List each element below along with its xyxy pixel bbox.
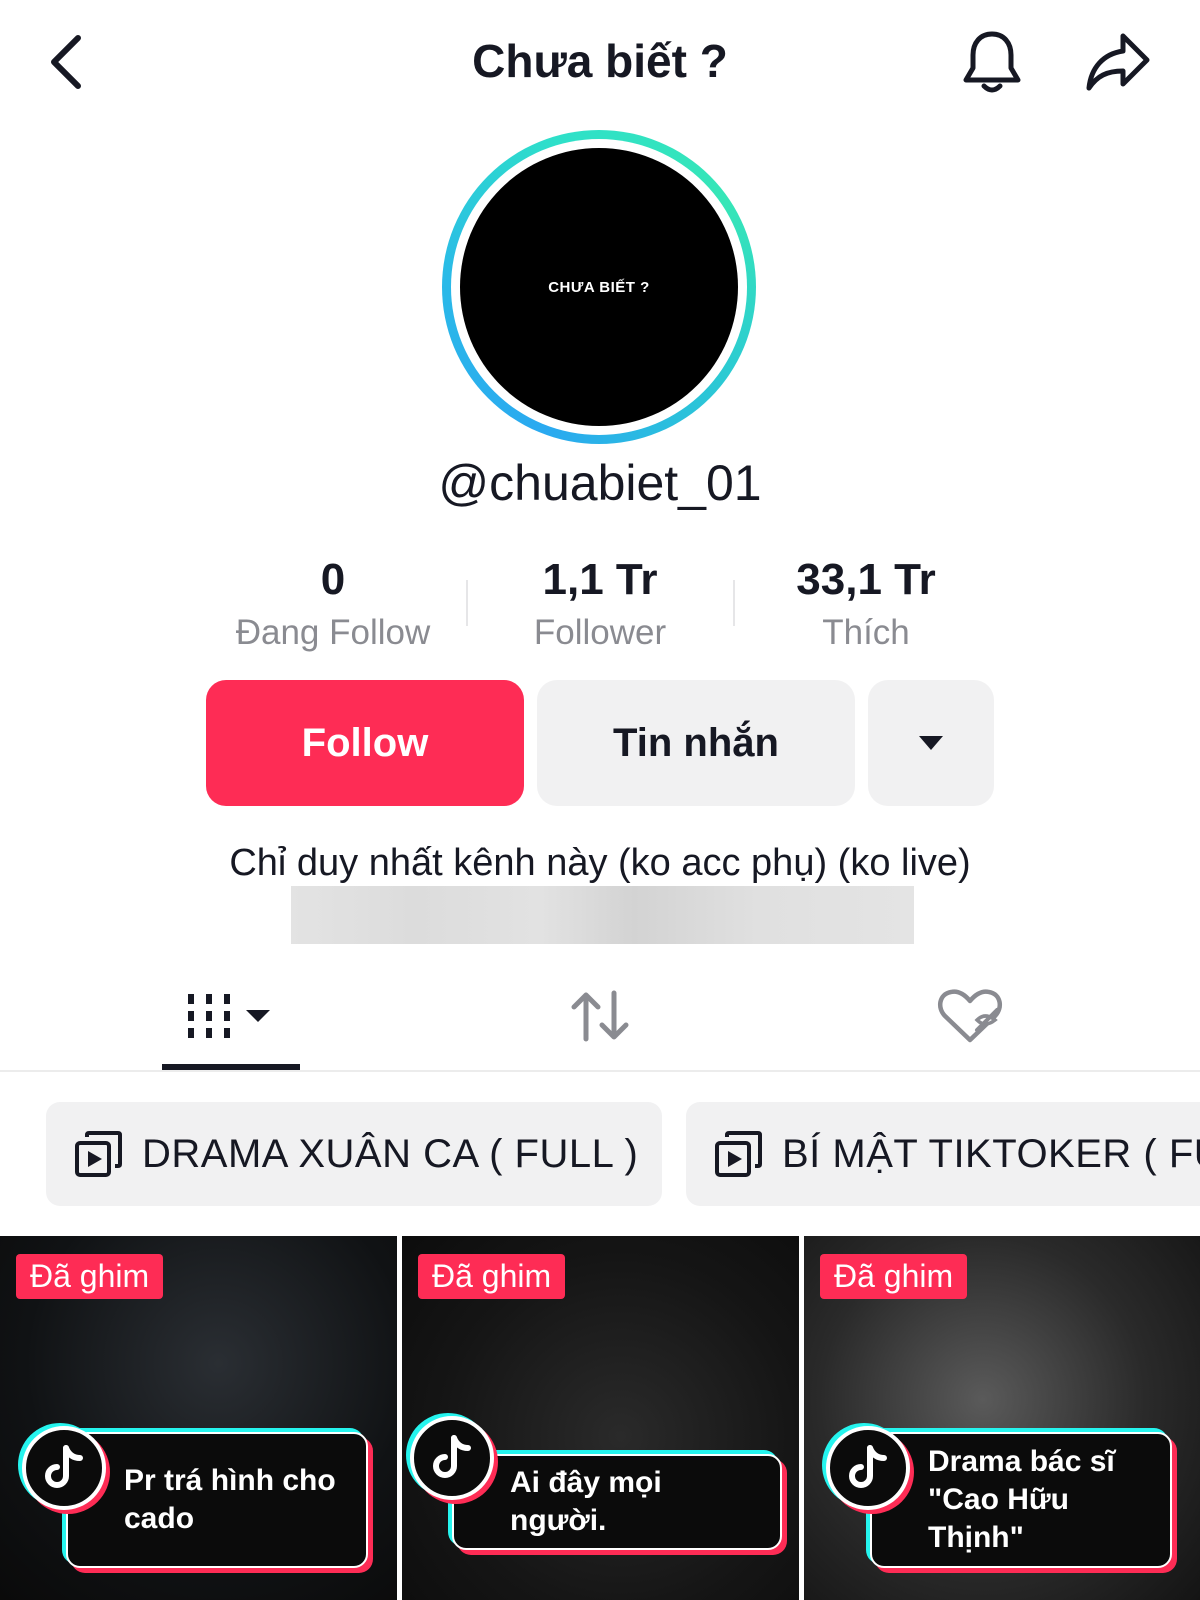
video-thumbnail[interactable]: Đã ghim Drama bác sĩ "Cao Hữu Thịnh" [804, 1236, 1200, 1600]
video-caption: Drama bác sĩ "Cao Hữu Thịnh" [928, 1445, 1115, 1554]
stat-following-label: Đang Follow [235, 613, 431, 652]
stat-likes[interactable]: 33,1 Tr Thích [736, 552, 996, 658]
caption-sticker: Pr trá hình cho cado [66, 1432, 368, 1568]
tab-videos[interactable] [162, 980, 300, 1052]
playlist-icon [75, 1131, 122, 1177]
playlist-chip[interactable]: DRAMA XUÂN CA ( FULL ) [46, 1102, 662, 1206]
video-caption: Ai đây mọi người. [510, 1466, 662, 1537]
playlist-label: DRAMA XUÂN CA ( FULL ) [142, 1131, 639, 1176]
stat-likes-value: 33,1 Tr [796, 555, 936, 604]
content-tabs [0, 960, 1200, 1072]
share-button[interactable] [1080, 26, 1156, 98]
tiktok-logo-icon [826, 1426, 910, 1510]
video-grid: Đã ghim Pr trá hình cho cado Đã ghim Ai … [0, 1236, 1200, 1600]
tab-reposts[interactable] [560, 980, 640, 1052]
avatar-image: CHƯA BIẾT ? [460, 148, 738, 426]
caption-sticker: Ai đây mọi người. [452, 1454, 782, 1550]
tiktok-logo-icon [410, 1416, 494, 1500]
tab-liked[interactable] [930, 980, 1010, 1052]
playlist-chip[interactable]: BÍ MẬT TIKTOKER ( FU [686, 1102, 1200, 1206]
stat-divider [733, 580, 735, 626]
grid-icon [188, 994, 270, 1038]
playlist-label: BÍ MẬT TIKTOKER ( FU [782, 1131, 1200, 1176]
follow-button[interactable]: Follow [206, 680, 524, 806]
video-caption: Pr trá hình cho cado [124, 1464, 336, 1535]
stat-following[interactable]: 0 Đang Follow [203, 552, 463, 658]
username: @chuabiet_01 [438, 455, 762, 511]
pinned-badge: Đã ghim [418, 1254, 566, 1299]
notification-button[interactable] [956, 26, 1028, 98]
avatar[interactable]: CHƯA BIẾT ? [442, 130, 756, 444]
pinned-badge: Đã ghim [16, 1254, 164, 1299]
more-options-button[interactable] [868, 680, 994, 806]
stat-following-value: 0 [320, 555, 346, 604]
stat-followers[interactable]: 1,1 Tr Follower [470, 552, 730, 658]
active-tab-indicator [162, 1064, 300, 1070]
repost-icon [571, 990, 629, 1042]
video-thumbnail[interactable]: Đã ghim Pr trá hình cho cado [0, 1236, 397, 1600]
top-bar: Chưa biết ? [0, 0, 1200, 124]
video-thumbnail[interactable]: Đã ghim Ai đây mọi người. [402, 1236, 799, 1600]
bio-text: Chỉ duy nhất kênh này (ko acc phụ) (ko l… [229, 842, 971, 884]
bell-icon [963, 31, 1021, 93]
stat-followers-label: Follower [533, 613, 667, 652]
liked-hidden-icon [937, 989, 1003, 1043]
avatar-text: CHƯA BIẾT ? [548, 278, 650, 296]
pinned-badge: Đã ghim [820, 1254, 968, 1299]
tiktok-logo-icon [22, 1426, 106, 1510]
avatar-ring: CHƯA BIẾT ? [451, 139, 747, 435]
stat-divider [466, 580, 468, 626]
redacted-bio-link [291, 886, 914, 944]
stat-likes-label: Thích [822, 613, 910, 652]
share-arrow-icon [1086, 33, 1150, 91]
playlist-icon [715, 1131, 762, 1177]
stat-followers-value: 1,1 Tr [542, 555, 658, 604]
message-button[interactable]: Tin nhắn [537, 680, 855, 806]
caption-sticker: Drama bác sĩ "Cao Hữu Thịnh" [870, 1432, 1172, 1568]
caret-down-icon [919, 736, 943, 750]
